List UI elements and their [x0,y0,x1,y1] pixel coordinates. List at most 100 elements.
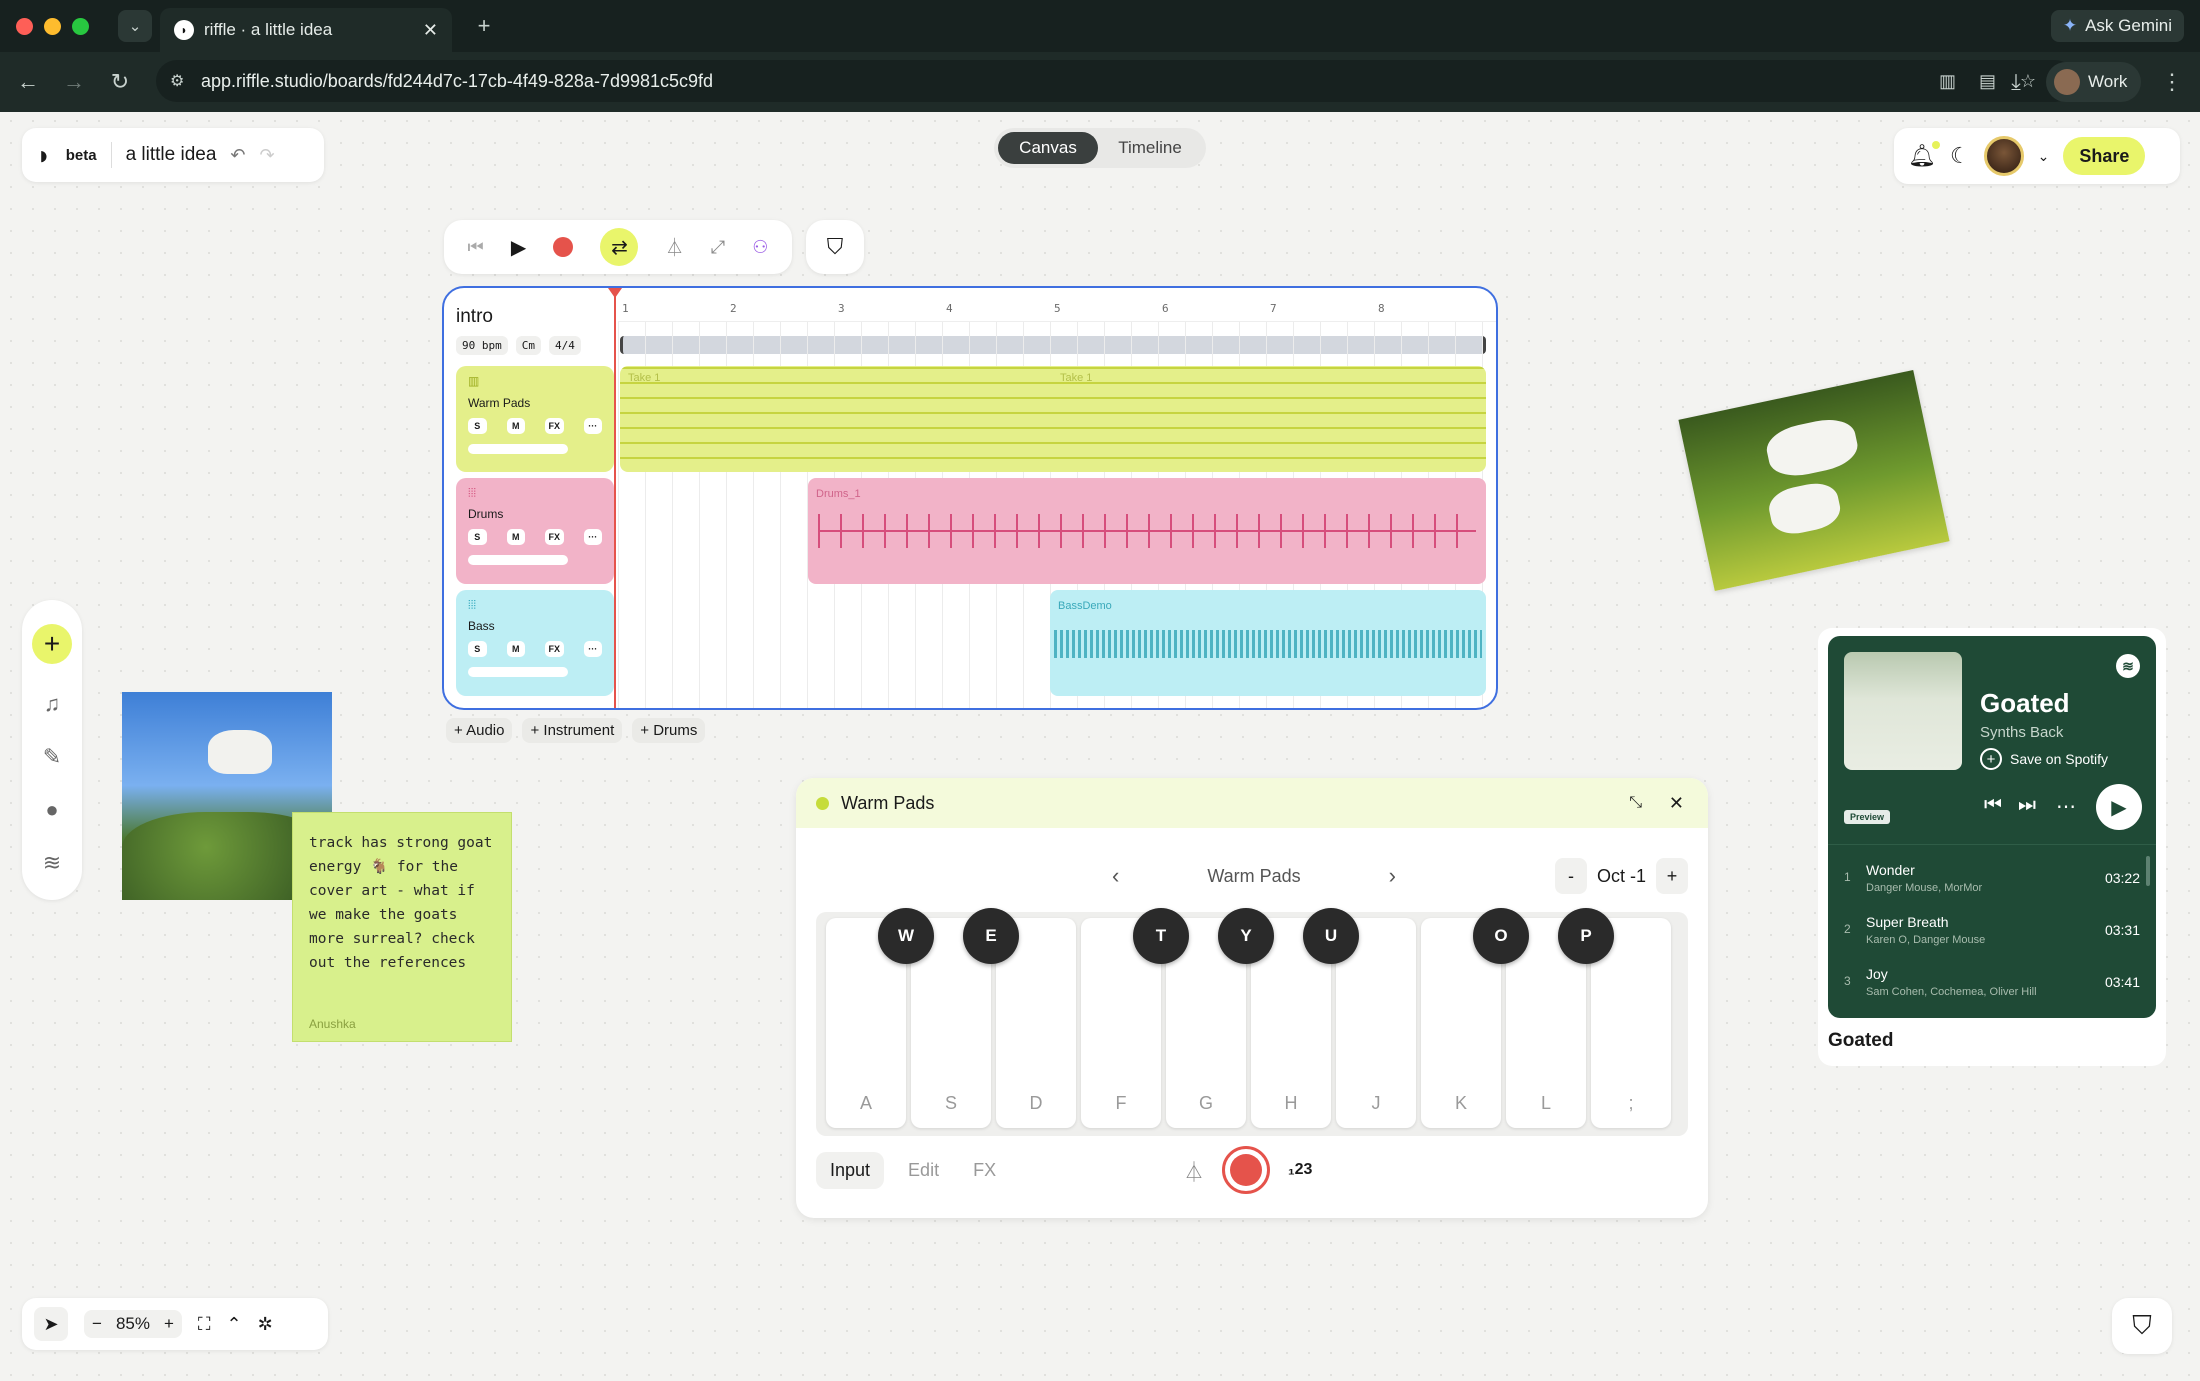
more-options-icon[interactable]: ··· [583,641,602,657]
track-name[interactable]: Drums [468,507,602,521]
octave-up-button[interactable]: + [1656,858,1688,894]
clip-drums[interactable]: Drums_1 [808,478,1486,584]
black-key[interactable]: U [1303,908,1359,964]
numeric-keys-toggle[interactable]: ₁23 [1288,1161,1312,1179]
tab-canvas[interactable]: Canvas [998,132,1098,164]
add-icon[interactable]: + [32,623,72,664]
section-name[interactable]: intro [456,306,493,328]
preset-name[interactable]: Warm Pads [1207,866,1300,887]
track-header-bass[interactable]: ⦙⦙⦙ Bass S M FX ··· [456,590,614,696]
volume-slider[interactable] [468,667,568,677]
undo-icon[interactable]: ↶ [230,145,245,166]
solo-button[interactable]: S [468,641,487,657]
skip-to-start-icon[interactable]: ⏮ [468,237,484,258]
music-file-icon[interactable]: ♫ [44,691,61,717]
play-button[interactable]: ▶ [2096,784,2142,830]
metronome-icon[interactable]: ⏃ [1184,1156,1204,1185]
add-instrument-button[interactable]: + Instrument [522,718,623,743]
site-info-icon[interactable]: ⚙ [170,71,184,91]
track-header-drums[interactable]: ⦙⦙⦙ Drums S M FX ··· [456,478,614,584]
address-bar[interactable]: ⚙ app.riffle.studio/boards/fd244d7c-17cb… [156,60,2076,102]
black-key[interactable]: T [1133,908,1189,964]
fx-button[interactable]: FX [545,529,564,545]
shirt-icon[interactable]: ⛉ [827,234,844,260]
album-art[interactable] [1844,652,1962,770]
expand-icon[interactable]: ⤢ [711,237,725,258]
browser-tab[interactable]: ◗ riffle · a little idea ✕ [160,8,452,52]
black-key[interactable]: Y [1218,908,1274,964]
reader-mode-icon[interactable]: ▥ [1939,71,1956,92]
black-key[interactable]: W [878,908,934,964]
tab-timeline[interactable]: Timeline [1098,132,1202,164]
routing-icon[interactable]: ⚇ [752,237,768,258]
loop-icon[interactable]: ⇄ [600,228,639,266]
back-icon[interactable]: ← [12,66,44,98]
reload-icon[interactable]: ↻ [104,66,136,98]
add-audio-button[interactable]: + Audio [446,718,513,743]
track-header-warm-pads[interactable]: ▥ Warm Pads S M FX ··· [456,366,614,472]
bug-icon[interactable]: ✲ [258,1314,273,1335]
forward-icon[interactable]: → [58,66,90,98]
close-tab-icon[interactable]: ✕ [423,20,438,41]
next-preset-icon[interactable]: › [1389,863,1396,889]
black-key[interactable]: P [1558,908,1614,964]
comment-icon[interactable]: ● [45,797,58,823]
track-list-item[interactable]: 1 Wonder Danger Mouse, MorMor 03:22 [1844,860,2140,912]
notification-bell-icon[interactable]: 🔔︎ [1908,141,1940,169]
tab-fx[interactable]: FX [963,1152,1006,1189]
select-cursor-icon[interactable]: ➤ [34,1307,68,1341]
fx-button[interactable]: FX [545,418,564,434]
clip-bass[interactable]: BassDemo [1050,590,1486,696]
clip-warm-pads[interactable]: Take 1 Take 1 [620,366,1486,472]
mute-button[interactable]: M [506,418,525,434]
new-tab-icon[interactable]: + [470,12,498,40]
pen-icon[interactable]: ✎ [43,744,61,770]
metronome-icon[interactable]: ⏃ [666,234,684,260]
album-title[interactable]: Goated [1980,688,2070,719]
volume-slider[interactable] [468,555,568,565]
tab-edit[interactable]: Edit [898,1152,949,1189]
timeline-ruler[interactable]: 1 2 3 4 5 6 7 8 [618,288,1496,322]
record-icon[interactable] [553,237,574,257]
more-options-icon[interactable]: ⋯ [2056,794,2076,819]
mute-button[interactable]: M [506,529,525,545]
next-track-icon[interactable]: ⏭ [2018,794,2036,817]
user-avatar[interactable] [1983,136,2024,176]
volume-slider[interactable] [468,444,568,454]
solo-button[interactable]: S [468,418,487,434]
bpm-field[interactable]: 90 bpm [456,336,508,355]
ask-gemini-button[interactable]: ✦ Ask Gemini [2050,10,2184,42]
previous-preset-icon[interactable]: ‹ [1112,863,1119,889]
minimize-window-button[interactable] [44,18,61,35]
meter-field[interactable]: 4/4 [549,336,581,355]
album-artist[interactable]: Synths Back [1980,724,2063,741]
layers-icon[interactable]: ≋ [43,850,61,876]
key-field[interactable]: Cm [515,336,541,355]
track-name[interactable]: Warm Pads [468,396,602,410]
shirt-icon[interactable]: ⛉ [2132,1310,2152,1342]
more-options-icon[interactable]: ··· [583,418,602,434]
track-list-item[interactable]: 2 Super Breath Karen O, Danger Mouse 03:… [1844,912,2140,964]
share-button[interactable]: Share [2063,137,2146,175]
black-key[interactable]: O [1473,908,1529,964]
spotify-logo-icon[interactable]: ≋ [2116,654,2140,678]
profile-button[interactable]: Work [2046,62,2142,102]
collapse-icon[interactable]: ⤡ [1629,794,1642,812]
scrollbar[interactable] [2146,856,2150,886]
play-icon[interactable]: ▶ [511,235,526,260]
close-icon[interactable]: ✕ [1669,793,1684,814]
mute-button[interactable]: M [506,641,525,657]
close-window-button[interactable] [16,18,33,35]
add-drums-button[interactable]: + Drums [632,718,706,743]
fx-button[interactable]: FX [545,641,564,657]
maximize-window-button[interactable] [72,18,89,35]
zoom-in-button[interactable]: + [164,1314,174,1334]
black-key[interactable]: E [963,908,1019,964]
fit-screen-icon[interactable]: ⛶ [198,1314,211,1335]
track-name[interactable]: Bass [468,619,602,633]
zoom-out-button[interactable]: − [92,1314,102,1334]
chevron-down-icon[interactable]: ⌄ [2038,148,2050,165]
previous-track-icon[interactable]: ⏮ [1984,794,2002,817]
playhead[interactable] [614,288,616,708]
record-button[interactable] [1222,1146,1270,1194]
